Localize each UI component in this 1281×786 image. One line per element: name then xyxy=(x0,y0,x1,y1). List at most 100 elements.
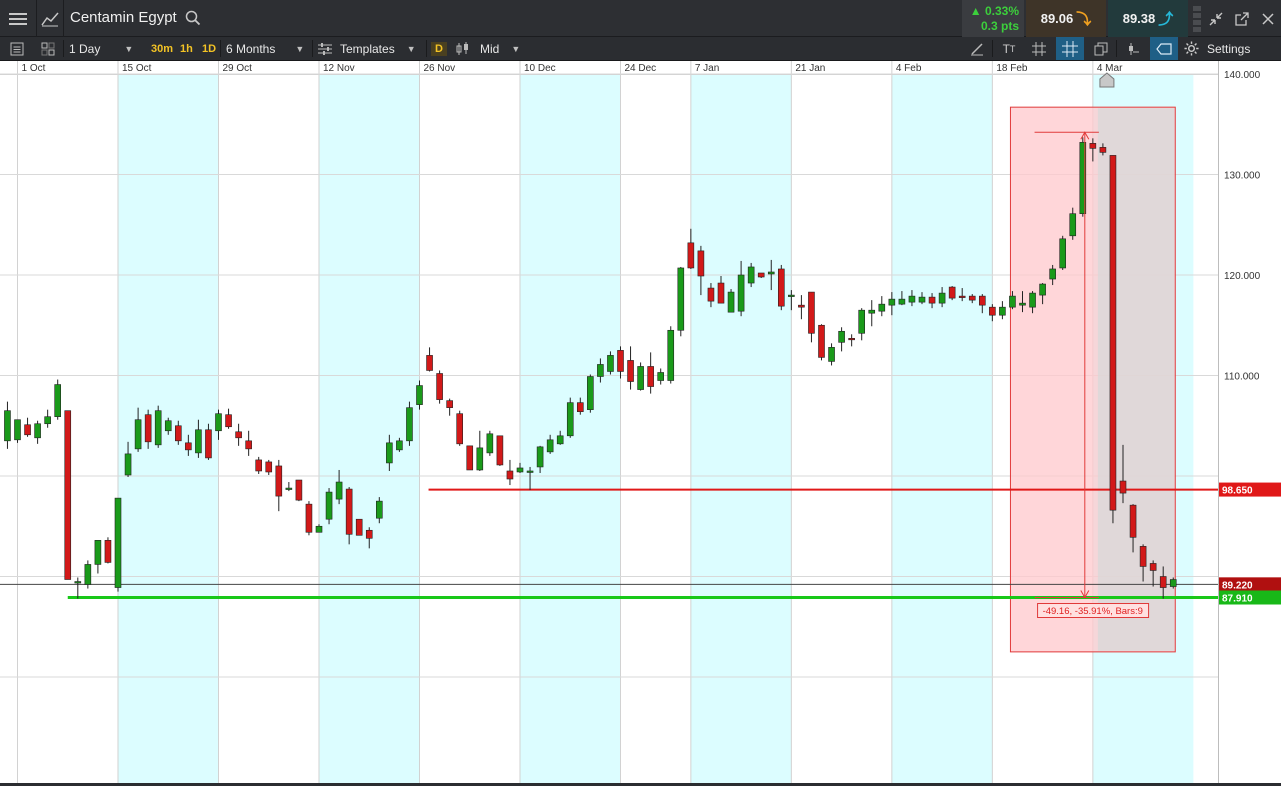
sell-price: 89.06 xyxy=(1040,11,1074,26)
popout-icon[interactable] xyxy=(1230,0,1254,37)
candle-body xyxy=(878,303,886,312)
support-tag-label: 87.910 xyxy=(1222,594,1253,605)
candle-body xyxy=(637,366,644,390)
candle xyxy=(828,343,835,366)
candle-body xyxy=(54,384,62,418)
price-type-dropdown[interactable]: Mid ▼ xyxy=(456,37,522,60)
candle xyxy=(587,374,594,413)
candle-body xyxy=(818,324,825,358)
candle xyxy=(295,479,303,502)
buy-arrow-icon: ⤴ xyxy=(1158,11,1174,28)
crosshair-icon[interactable] xyxy=(1056,37,1084,60)
candle xyxy=(647,352,654,394)
candle-body xyxy=(134,419,142,450)
search-icon[interactable] xyxy=(185,10,201,26)
candle xyxy=(1059,235,1066,270)
x-tick-label: 29 Oct xyxy=(223,63,253,74)
depth-handle-icon[interactable] xyxy=(1190,0,1204,37)
candle-body xyxy=(175,425,182,442)
settings-button[interactable]: Settings xyxy=(1184,37,1276,60)
candle xyxy=(305,501,313,536)
candle xyxy=(798,295,805,320)
candle-body xyxy=(777,268,785,307)
top-bar: Centamin Egypt ▲ 0.33% 0.3 pts 89.06 ⤵ 8… xyxy=(0,0,1281,37)
candle xyxy=(1109,155,1117,524)
candle xyxy=(627,346,634,390)
candle xyxy=(44,409,51,428)
candle xyxy=(265,459,273,475)
candle-body xyxy=(757,272,765,278)
candle-body xyxy=(948,286,956,299)
x-tick-label: 1 Oct xyxy=(22,63,46,74)
candle-body xyxy=(436,373,443,400)
candle xyxy=(74,577,82,599)
collapse-icon[interactable] xyxy=(1204,0,1228,37)
time-axis[interactable] xyxy=(0,61,1218,74)
candle-body xyxy=(406,407,413,442)
range-dropdown[interactable]: 6 Months ▼ xyxy=(226,37,308,60)
candle-body xyxy=(1059,238,1066,269)
candle xyxy=(325,488,333,525)
draw-line-icon[interactable] xyxy=(966,37,988,60)
candle-body xyxy=(587,376,594,410)
candle-body xyxy=(607,355,614,372)
candle-body xyxy=(918,296,926,303)
candle-body xyxy=(496,435,504,466)
candle-body xyxy=(1149,563,1157,571)
chart-toolbar: 1 Day ▼ 30m 1h 1D 6 Months ▼ Templates ▼… xyxy=(0,37,1281,61)
candle-body xyxy=(848,338,855,341)
candle-body xyxy=(195,429,202,454)
list-icon[interactable] xyxy=(6,37,28,60)
settings-label: Settings xyxy=(1207,41,1251,56)
candle-body xyxy=(808,291,815,334)
candle-body xyxy=(1139,546,1147,567)
candle xyxy=(154,405,162,448)
candle xyxy=(446,398,453,416)
tag-icon[interactable] xyxy=(1150,37,1178,60)
chart-canvas[interactable]: 1 Oct 15 Oct 29 Oct 12 Nov 26 Nov 10 Dec 24 De… xyxy=(0,61,1281,786)
candle xyxy=(838,327,845,352)
text-size-icon[interactable]: TT xyxy=(998,37,1020,60)
chart-type-icon[interactable] xyxy=(37,0,63,37)
candle-body xyxy=(476,447,484,471)
sell-button[interactable]: 89.06 ⤵ xyxy=(1026,0,1106,37)
candle-body xyxy=(747,266,755,284)
candle-body xyxy=(104,540,112,563)
y-tick-label: 130.000 xyxy=(1224,171,1261,182)
candle-body xyxy=(1169,579,1177,587)
candle xyxy=(999,301,1006,320)
close-icon[interactable] xyxy=(1256,0,1280,37)
d-button[interactable]: D xyxy=(431,37,447,60)
chevron-down-icon: ▼ xyxy=(406,43,416,54)
candle-body xyxy=(858,309,866,334)
sell-arrow-icon: ⤵ xyxy=(1076,11,1092,28)
candle-body xyxy=(928,296,936,304)
indicator-icon[interactable] xyxy=(1122,37,1144,60)
y-tick-label: 120.000 xyxy=(1224,271,1261,282)
grid-icon[interactable] xyxy=(1028,37,1050,60)
candle-body xyxy=(667,329,675,381)
instrument-title[interactable]: Centamin Egypt xyxy=(70,9,177,26)
candle-body xyxy=(1109,155,1117,511)
templates-dropdown[interactable]: Templates ▼ xyxy=(318,37,422,60)
interval-dropdown[interactable]: 1 Day ▼ xyxy=(69,37,147,60)
quick-1d-button[interactable]: 1D xyxy=(202,37,216,60)
hamburger-menu-icon[interactable] xyxy=(0,0,36,37)
price-chart[interactable]: 1 Oct 15 Oct 29 Oct 12 Nov 26 Nov 10 Dec 24 De… xyxy=(0,61,1281,786)
measure-label: -49.16, -35.91%, Bars:9 xyxy=(1043,606,1143,617)
candle-body xyxy=(396,440,403,451)
range-label: 6 Months xyxy=(226,41,276,56)
copy-icon[interactable] xyxy=(1090,37,1112,60)
price-change: ▲ 0.33% 0.3 pts xyxy=(962,0,1024,37)
x-tick-label: 12 Nov xyxy=(323,63,355,74)
quick-30m-button[interactable]: 30m xyxy=(151,37,173,60)
candle-body xyxy=(144,414,152,443)
quick-1h-button[interactable]: 1h xyxy=(180,37,193,60)
layout-icon[interactable] xyxy=(37,37,59,60)
candle-body xyxy=(536,446,544,468)
candle xyxy=(255,456,262,474)
x-tick-label: 15 Oct xyxy=(122,63,152,74)
buy-button[interactable]: 89.38 ⤴ xyxy=(1108,0,1188,37)
sliders-icon xyxy=(318,42,332,55)
candle-body xyxy=(707,287,715,302)
